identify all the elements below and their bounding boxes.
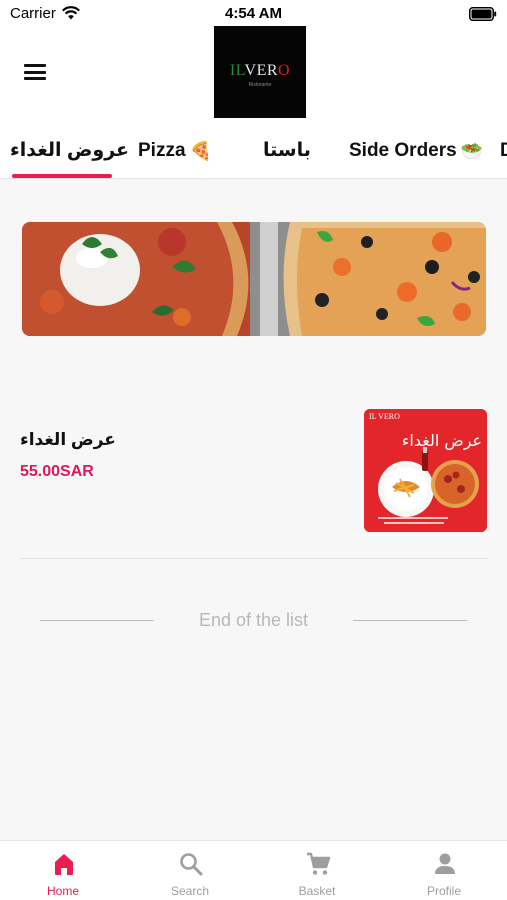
nav-basket-label: Basket (298, 884, 336, 898)
nav-basket[interactable]: Basket (254, 841, 380, 900)
svg-text:IL VERO: IL VERO (369, 412, 400, 421)
logo-tagline: Ristorante (248, 82, 272, 88)
salad-icon: 🥗 (460, 141, 484, 161)
cart-icon (307, 852, 331, 875)
home-icon (55, 854, 73, 875)
restaurant-logo: ILVERO Ristorante (214, 26, 306, 118)
status-time: 4:54 AM (225, 5, 282, 22)
menu-item-title[interactable]: عرض الغداء (20, 430, 116, 450)
tab-side-orders[interactable]: Side Orders 🥗 (349, 126, 483, 178)
logo-wordmark: ILVERO (229, 62, 291, 79)
category-tabs: عروض الغداء Pizza🍕 باستا Side Orders🥗 D (0, 126, 507, 179)
menu-item-image[interactable]: IL VERO عرض الغداء (364, 409, 487, 532)
status-bar: Carrier 4:54 AM (0, 0, 507, 28)
pizza-icon: 🍕 (189, 141, 212, 161)
nav-home-label: Home (46, 884, 79, 898)
nav-profile-label: Profile (426, 884, 461, 898)
item-divider (20, 558, 488, 559)
end-divider-right (353, 620, 467, 621)
bottom-navigation: Home Search Basket Profile (0, 840, 507, 900)
app-header: ILVERO Ristorante (0, 26, 507, 126)
svg-text:عرض الغداء: عرض الغداء (402, 431, 482, 451)
nav-profile[interactable]: Profile (381, 841, 507, 900)
tab-pizza[interactable]: Pizza 🍕 (138, 126, 212, 178)
hamburger-line (24, 70, 46, 74)
promo-banner-image (22, 222, 486, 336)
profile-icon (435, 853, 455, 874)
nav-home[interactable]: Home (0, 841, 126, 900)
tab-pasta[interactable]: باستا (263, 126, 311, 178)
menu-item-price: 55.00SAR (20, 463, 94, 480)
active-tab-indicator (12, 174, 112, 178)
search-icon (180, 853, 203, 876)
nav-search[interactable]: Search (127, 841, 253, 900)
nav-search-label: Search (170, 884, 210, 898)
menu-button[interactable] (18, 58, 54, 86)
tab-next-partial[interactable]: D (500, 126, 507, 178)
battery-icon (469, 7, 497, 21)
hamburger-line (24, 77, 46, 80)
tab-lunch-offers[interactable]: عروض الغداء (10, 126, 129, 178)
hamburger-line (24, 64, 46, 67)
